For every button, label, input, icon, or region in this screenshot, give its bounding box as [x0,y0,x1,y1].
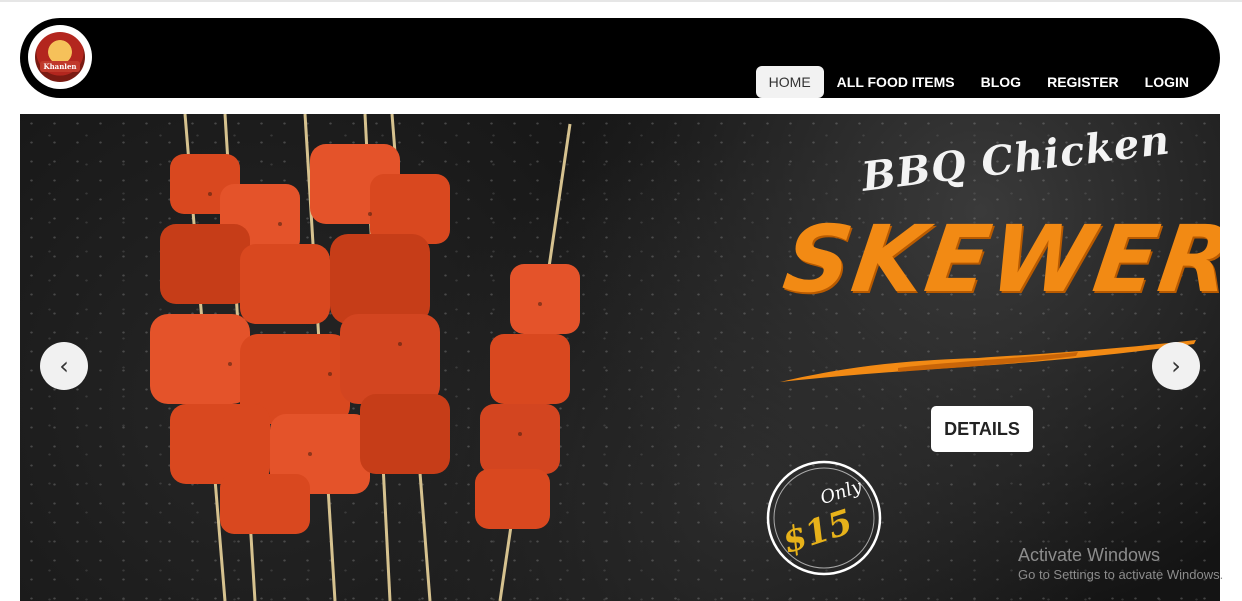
top-divider [0,0,1242,2]
nav-login[interactable]: LOGIN [1132,66,1202,98]
logo[interactable]: Khanlen [28,25,92,89]
carousel-prev-button[interactable]: ‹ [40,342,88,390]
nav-all-food-items[interactable]: ALL FOOD ITEMS [824,66,968,98]
chef-icon: Khanlen [35,32,85,82]
hero-carousel: BBQ Chicken SKEWER DETAILS Only $15 ‹ › [20,114,1220,601]
main-nav: HOME ALL FOOD ITEMS BLOG REGISTER LOGIN [755,66,1202,98]
nav-home[interactable]: HOME [755,66,824,98]
chevron-left-icon: ‹ [59,352,69,380]
brush-stroke-decoration [780,340,1196,382]
watermark-subtitle: Go to Settings to activate Windows. [1018,567,1224,582]
navbar: Khanlen HOME ALL FOOD ITEMS BLOG REGISTE… [20,18,1220,98]
logo-label: Khanlen [40,61,80,72]
details-button[interactable]: DETAILS [931,406,1033,452]
hero-title: SKEWER [777,206,1220,313]
skewer-image [150,114,580,601]
carousel-next-button[interactable]: › [1152,342,1200,390]
nav-register[interactable]: REGISTER [1034,66,1132,98]
chicken-pieces [150,144,580,534]
chevron-right-icon: › [1171,352,1181,380]
nav-blog[interactable]: BLOG [968,66,1034,98]
watermark-title: Activate Windows [1018,545,1161,565]
windows-activation-watermark: Activate Windows Go to Settings to activ… [1018,544,1223,584]
